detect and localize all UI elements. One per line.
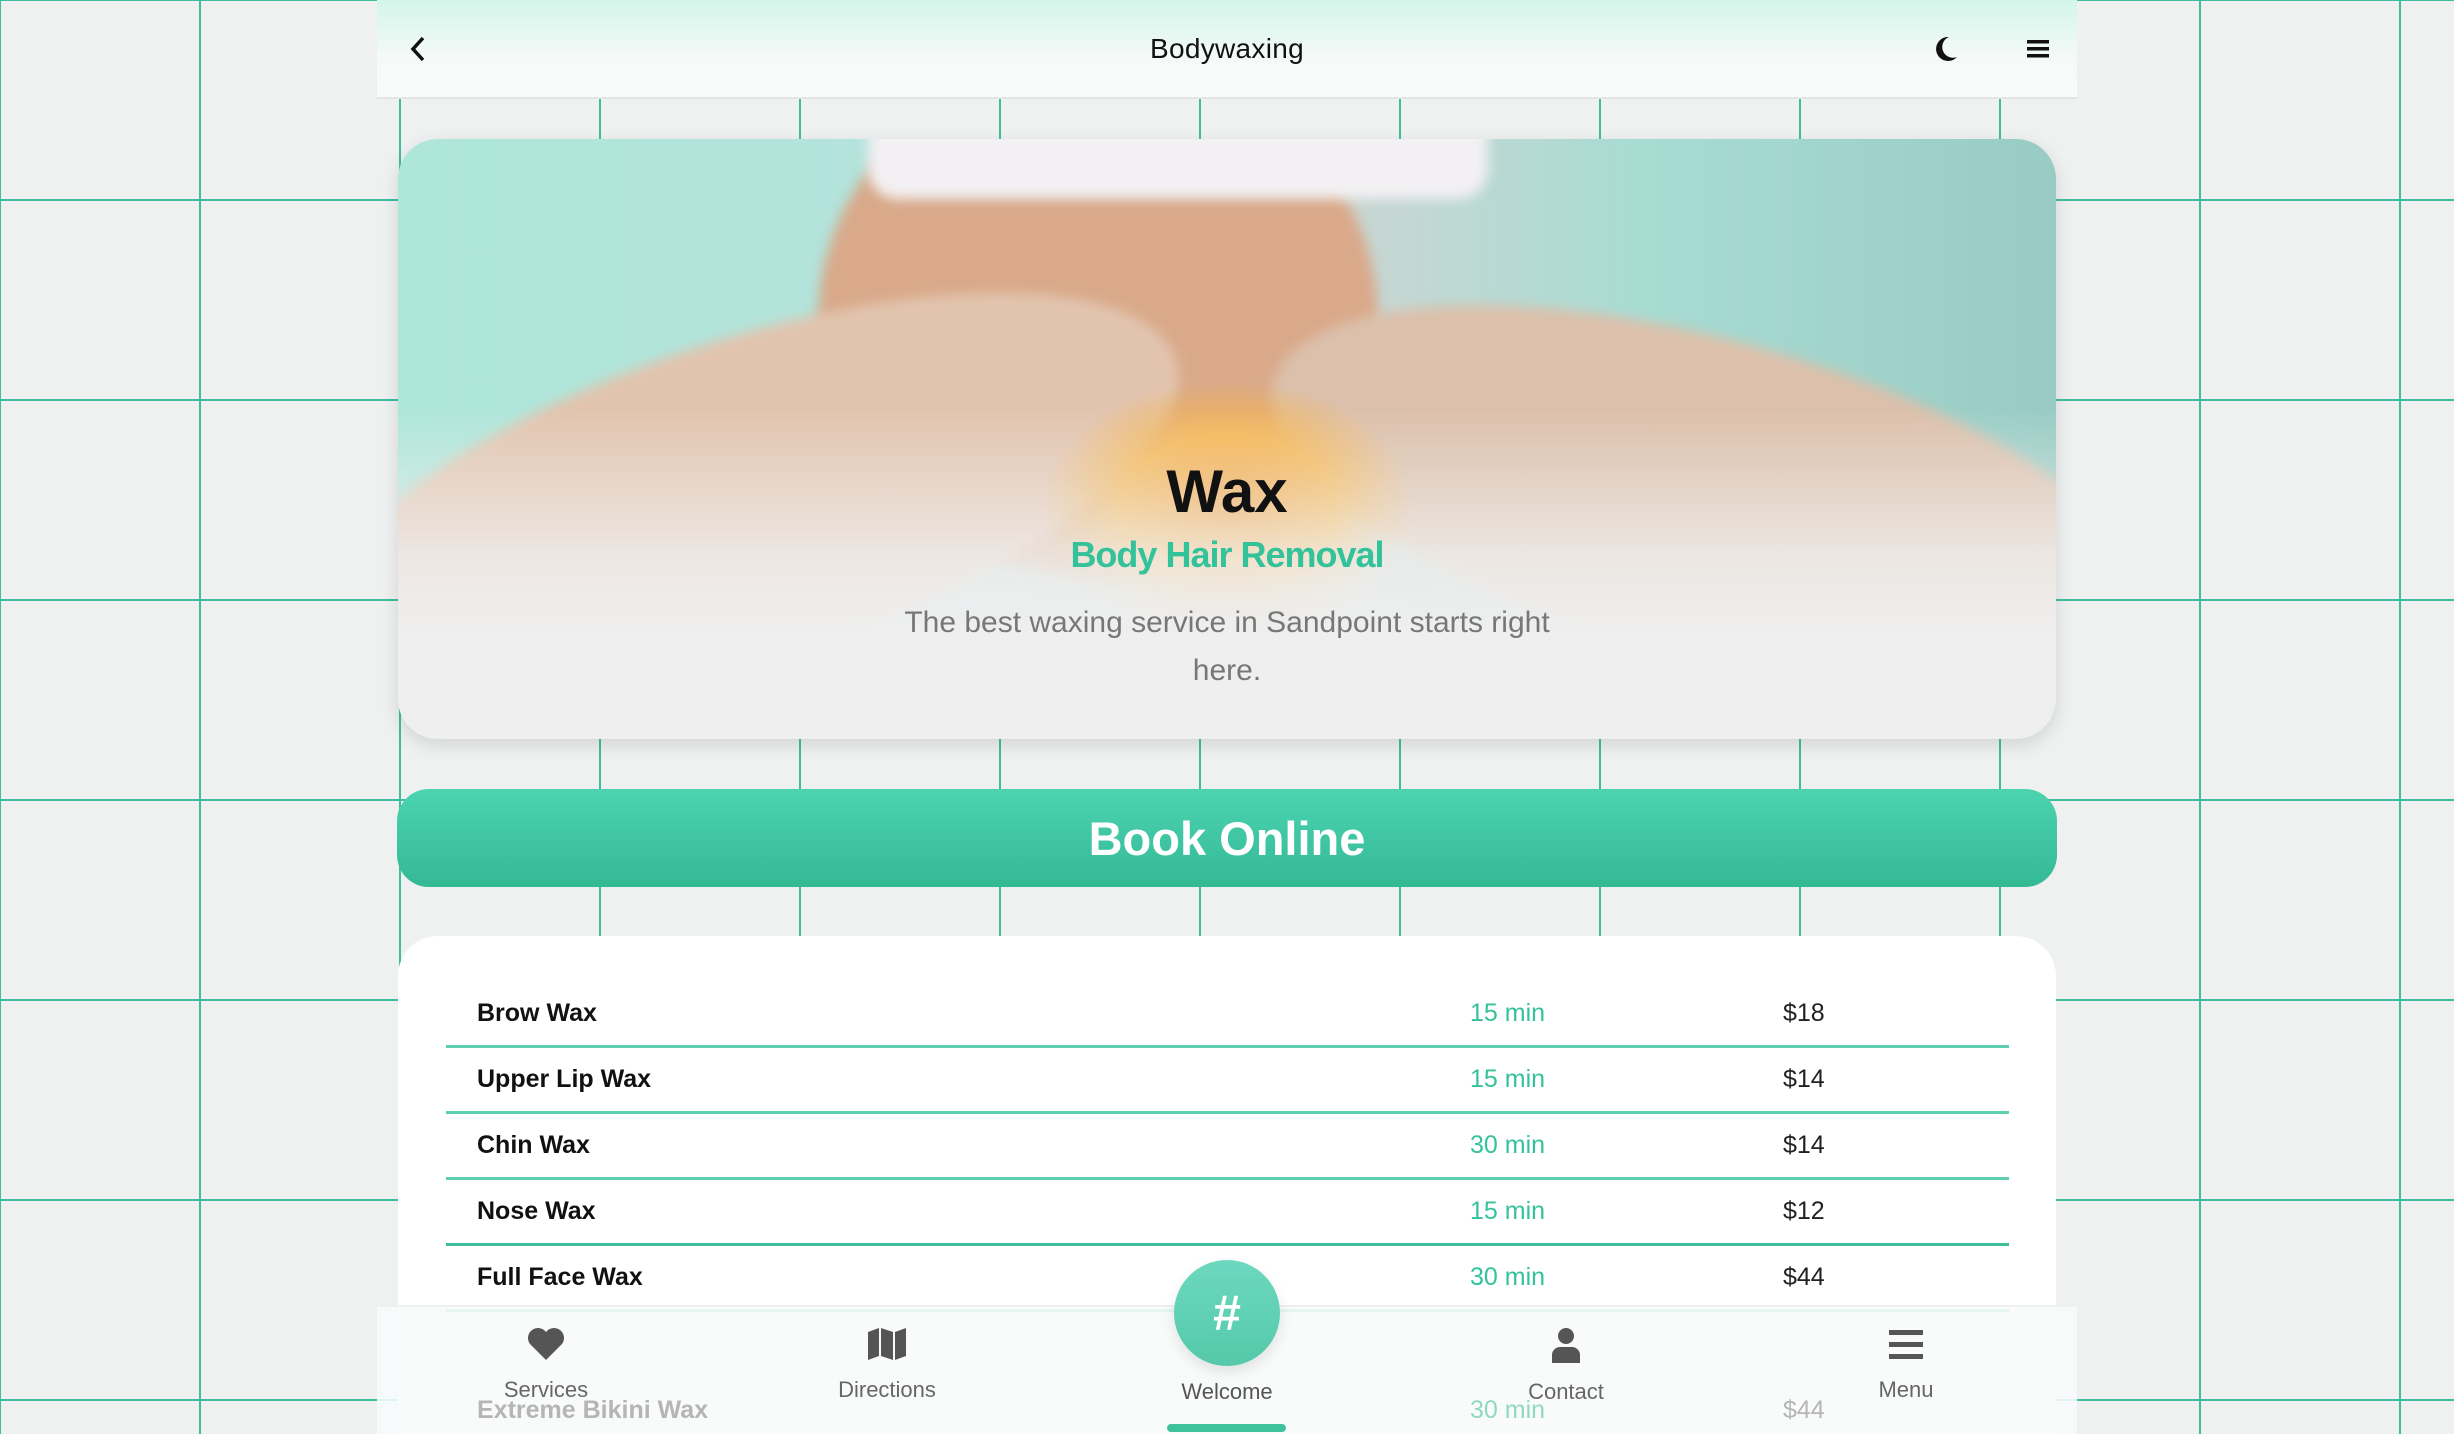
header-menu-button[interactable] bbox=[2015, 26, 2061, 72]
chevron-left-icon bbox=[410, 36, 425, 62]
table-row[interactable]: Upper Lip Wax 15 min $14 bbox=[446, 1048, 2009, 1114]
table-row[interactable]: Chin Wax 30 min $14 bbox=[446, 1114, 2009, 1180]
service-duration: 30 min bbox=[1470, 1395, 1546, 1424]
dark-mode-toggle[interactable] bbox=[1923, 26, 1969, 72]
map-icon bbox=[868, 1328, 906, 1360]
service-price: $44 bbox=[1783, 1395, 1825, 1424]
service-duration: 30 min bbox=[1470, 1131, 1546, 1159]
heart-icon bbox=[528, 1328, 564, 1360]
service-price: $44 bbox=[1783, 1263, 1825, 1291]
user-icon bbox=[1552, 1328, 1580, 1363]
book-online-button[interactable]: Book Online bbox=[397, 789, 2057, 887]
service-duration: 15 min bbox=[1470, 1065, 1546, 1093]
service-price: $12 bbox=[1783, 1197, 1825, 1225]
table-row[interactable]: Brow Wax 15 min $18 bbox=[446, 982, 2009, 1048]
moon-icon bbox=[1936, 36, 1957, 61]
table-row[interactable]: Nose Wax 15 min $12 bbox=[446, 1180, 2009, 1246]
hamburger-icon bbox=[1889, 1330, 1923, 1359]
service-name: Extreme Bikini Wax bbox=[477, 1395, 709, 1424]
service-price: $14 bbox=[1783, 1065, 1825, 1093]
hamburger-icon bbox=[2027, 40, 2049, 58]
service-price: $14 bbox=[1783, 1131, 1825, 1159]
service-duration: 30 min bbox=[1470, 1263, 1546, 1291]
welcome-button[interactable]: # bbox=[1174, 1260, 1280, 1366]
service-name: Full Face Wax bbox=[477, 1263, 643, 1291]
service-name: Brow Wax bbox=[477, 999, 597, 1027]
hero-subtitle: Body Hair Removal bbox=[1070, 534, 1384, 575]
back-button[interactable] bbox=[395, 26, 441, 72]
service-name: Chin Wax bbox=[477, 1131, 590, 1159]
service-price: $18 bbox=[1783, 999, 1825, 1027]
service-duration: 15 min bbox=[1470, 999, 1546, 1027]
page-title: Bodywaxing bbox=[1150, 32, 1304, 64]
service-duration: 15 min bbox=[1470, 1197, 1546, 1225]
hero-description: The best waxing service in Sandpoint sta… bbox=[904, 606, 1550, 687]
hero-title: Wax bbox=[1166, 458, 1288, 525]
service-name: Upper Lip Wax bbox=[477, 1065, 652, 1093]
header: Bodywaxing bbox=[377, 0, 2077, 99]
hero-image-shirt bbox=[868, 139, 1488, 199]
hero-card: Wax Body Hair Removal The best waxing se… bbox=[398, 139, 2056, 739]
app-frame: Bodywaxing Wax Body Hair Removal The bes… bbox=[377, 0, 2077, 1434]
service-name: Nose Wax bbox=[477, 1197, 596, 1225]
table-row[interactable]: Extreme Bikini Wax 30 min $44 bbox=[446, 1377, 2009, 1434]
